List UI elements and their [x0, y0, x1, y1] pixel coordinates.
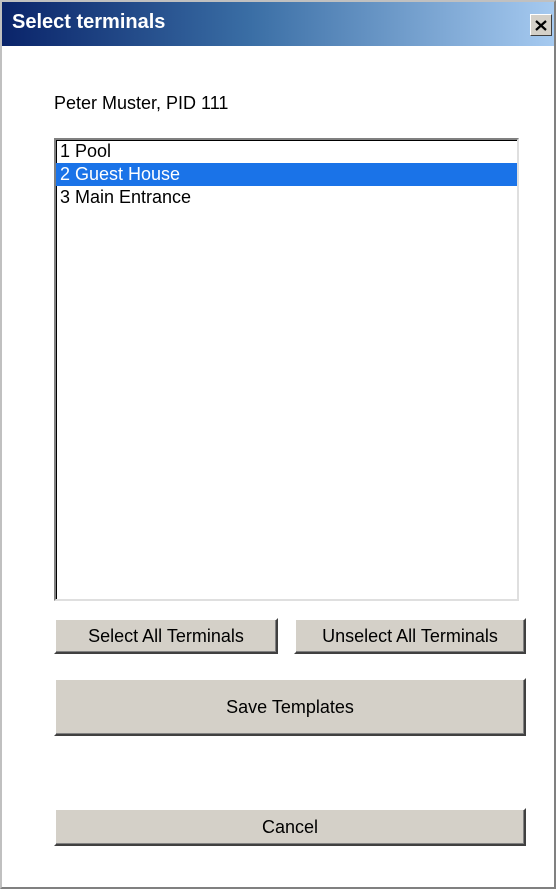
select-terminals-dialog: Select terminals Peter Muster, PID 111 1… — [0, 0, 556, 889]
close-icon — [535, 19, 547, 31]
list-item-terminal[interactable]: 2 Guest House — [56, 163, 517, 186]
save-templates-button[interactable]: Save Templates — [54, 678, 526, 736]
title-bar[interactable]: Select terminals — [2, 2, 554, 46]
terminals-listbox[interactable]: 1 Pool 2 Guest House 3 Main Entrance — [54, 138, 519, 601]
user-label: Peter Muster, PID 111 — [54, 93, 229, 113]
unselect-all-terminals-button[interactable]: Unselect All Terminals — [294, 618, 526, 654]
cancel-button[interactable]: Cancel — [54, 808, 526, 846]
close-button[interactable] — [530, 14, 552, 36]
list-item-terminal[interactable]: 3 Main Entrance — [56, 186, 517, 209]
list-item-terminal[interactable]: 1 Pool — [56, 140, 517, 163]
window-title: Select terminals — [12, 11, 166, 33]
select-all-terminals-button[interactable]: Select All Terminals — [54, 618, 278, 654]
